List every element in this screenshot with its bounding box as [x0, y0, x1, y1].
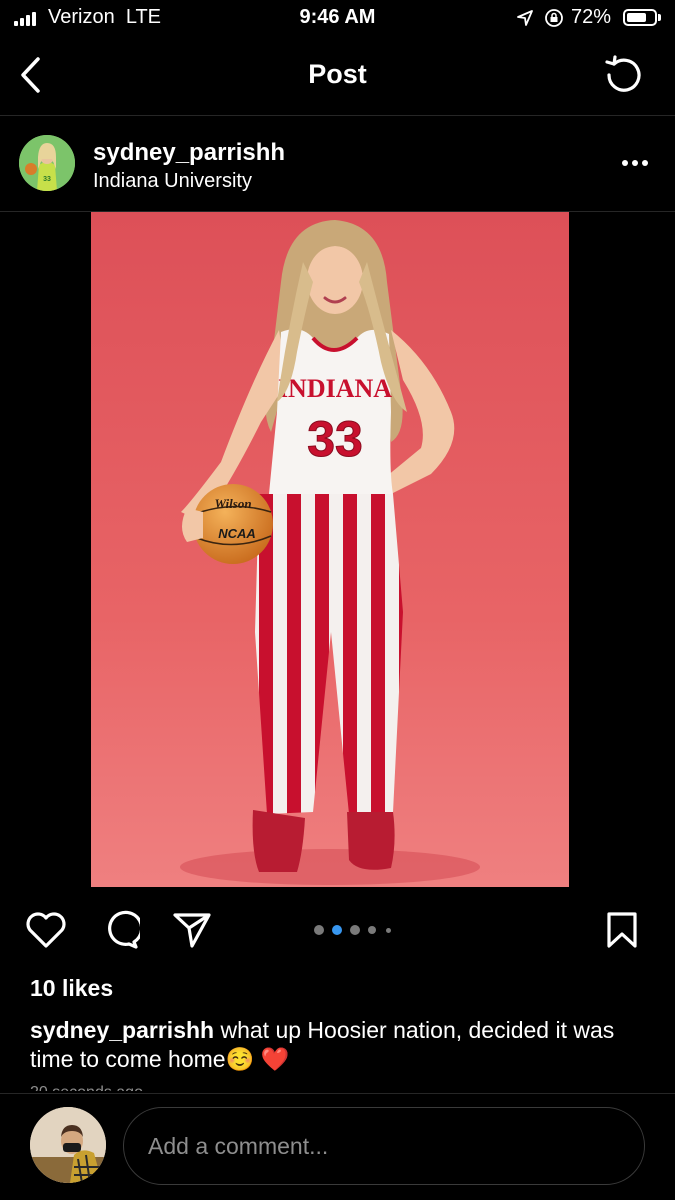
rotation-lock-icon [545, 9, 563, 27]
carousel-dot [386, 927, 391, 933]
battery-icon [623, 9, 657, 26]
avatar-image: 33 [19, 135, 75, 191]
battery-percent: 72% [571, 6, 612, 28]
carousel-indicator [310, 924, 400, 936]
jersey-number: 33 [307, 411, 363, 467]
bookmark-icon [607, 912, 637, 948]
like-button[interactable] [24, 908, 68, 952]
heart-icon [26, 912, 66, 948]
refresh-icon [605, 55, 641, 92]
battery-fill [627, 13, 646, 22]
caption-username[interactable]: sydney_parrishh [30, 1017, 214, 1043]
carousel-dot [368, 926, 376, 934]
header-divider [0, 115, 675, 116]
location-arrow-icon [517, 10, 533, 26]
comment-input[interactable] [123, 1107, 645, 1185]
more-options-button[interactable] [614, 150, 656, 176]
user-avatar-image [30, 1107, 106, 1183]
save-button[interactable] [600, 908, 644, 952]
refresh-button[interactable] [600, 52, 648, 98]
post-photo[interactable]: INDIANA 33 Wilson NCAA [91, 212, 569, 887]
ball-brand: Wilson [214, 496, 251, 511]
carousel-dot [350, 925, 360, 935]
comment-button[interactable] [98, 908, 142, 952]
carousel-dot [314, 925, 324, 935]
page-title: Post [308, 59, 367, 89]
likes-count[interactable]: 10 likes [30, 975, 113, 1002]
svg-text:33: 33 [43, 176, 51, 183]
photo-illustration: INDIANA 33 Wilson NCAA [91, 212, 569, 887]
post-location[interactable]: Indiana University [93, 170, 252, 193]
send-icon [173, 913, 211, 948]
carousel-dot [332, 925, 342, 935]
ball-logo: NCAA [218, 526, 256, 541]
more-horizontal-icon [622, 160, 648, 166]
battery-tip [658, 14, 661, 21]
comment-icon [108, 910, 140, 949]
post-author-avatar[interactable]: 33 [19, 135, 75, 191]
post-timestamp: 20 seconds ago [30, 1083, 143, 1091]
current-user-avatar[interactable] [30, 1107, 106, 1183]
post-author-username[interactable]: sydney_parrishh [93, 139, 285, 167]
post-caption: sydney_parrishh what up Hoosier nation, … [30, 1016, 650, 1074]
share-button[interactable] [170, 908, 214, 952]
jersey-lettering: INDIANA [278, 374, 392, 403]
